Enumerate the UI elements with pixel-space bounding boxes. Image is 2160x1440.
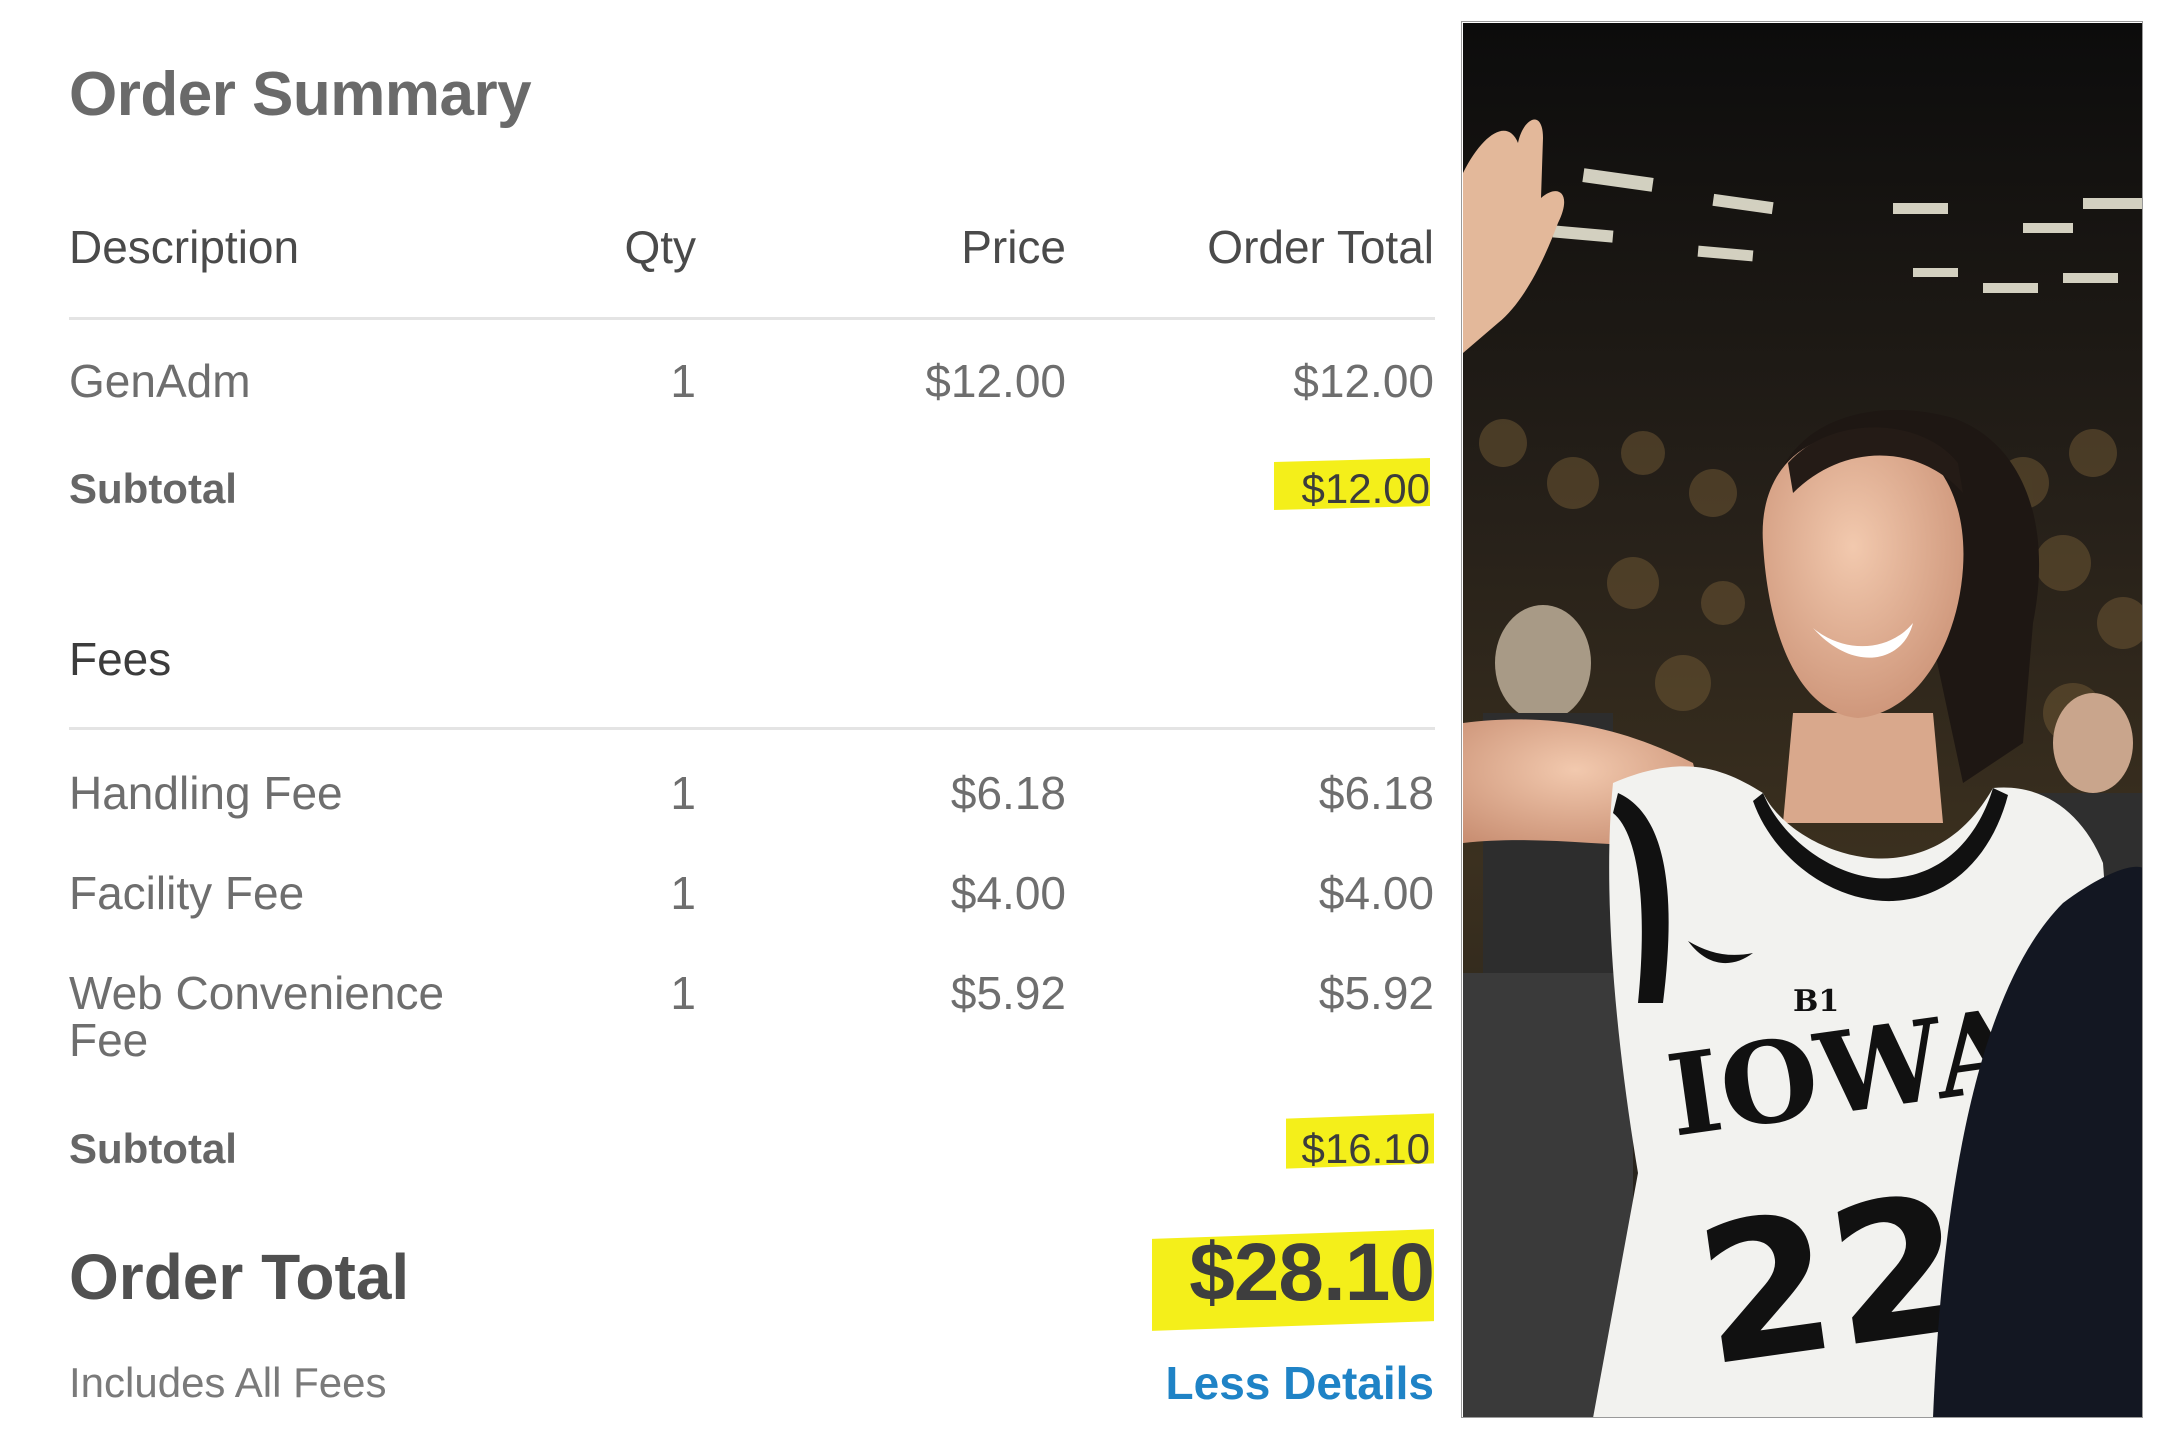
fee-qty: 1 xyxy=(670,967,696,1019)
fee-price: $4.00 xyxy=(950,867,1066,919)
order-total-value: $28.10 xyxy=(1189,1227,1435,1318)
order-summary-panel: Order Summary Description Qty Price Orde… xyxy=(0,0,1460,1440)
player-photo-illustration: B1 IOWA 22 xyxy=(1463,23,2143,1418)
header-divider xyxy=(69,317,1435,320)
column-header-description: Description xyxy=(69,221,300,273)
fee-total: $5.92 xyxy=(1318,967,1434,1019)
order-summary-title: Order Summary xyxy=(69,60,532,129)
fee-qty: 1 xyxy=(670,867,696,919)
includes-all-fees-note: Includes All Fees xyxy=(69,1359,387,1406)
item-qty: 1 xyxy=(670,355,696,407)
item-description: GenAdm xyxy=(69,355,251,407)
fee-price: $5.92 xyxy=(950,967,1066,1019)
column-header-price: Price xyxy=(961,221,1066,273)
fees-divider xyxy=(69,727,1435,730)
fee-qty: 1 xyxy=(670,767,696,819)
fees-heading: Fees xyxy=(69,633,172,685)
column-header-qty: Qty xyxy=(624,221,696,273)
fees-subtotal-value: $16.10 xyxy=(1301,1125,1430,1172)
column-header-order-total: Order Total xyxy=(1207,221,1434,273)
item-price: $12.00 xyxy=(925,355,1066,407)
fee-description: Facility Fee xyxy=(69,867,305,919)
items-subtotal-value: $12.00 xyxy=(1301,465,1430,512)
fee-description-line1: Web Convenience xyxy=(69,967,445,1019)
fee-total: $6.18 xyxy=(1318,767,1434,819)
fee-price: $6.18 xyxy=(950,767,1066,819)
player-neck xyxy=(1783,713,1943,823)
jersey-number: 22 xyxy=(1685,1153,1978,1409)
fees-subtotal-label: Subtotal xyxy=(69,1125,237,1172)
order-total-label: Order Total xyxy=(69,1241,410,1313)
fee-description: Handling Fee xyxy=(69,767,343,819)
fee-total: $4.00 xyxy=(1318,867,1434,919)
fee-description-line2: Fee xyxy=(69,1014,149,1066)
less-details-link[interactable]: Less Details xyxy=(1100,1360,1434,1406)
item-total: $12.00 xyxy=(1293,355,1434,407)
player-photo: B1 IOWA 22 xyxy=(1463,23,2143,1418)
items-subtotal-label: Subtotal xyxy=(69,465,237,512)
